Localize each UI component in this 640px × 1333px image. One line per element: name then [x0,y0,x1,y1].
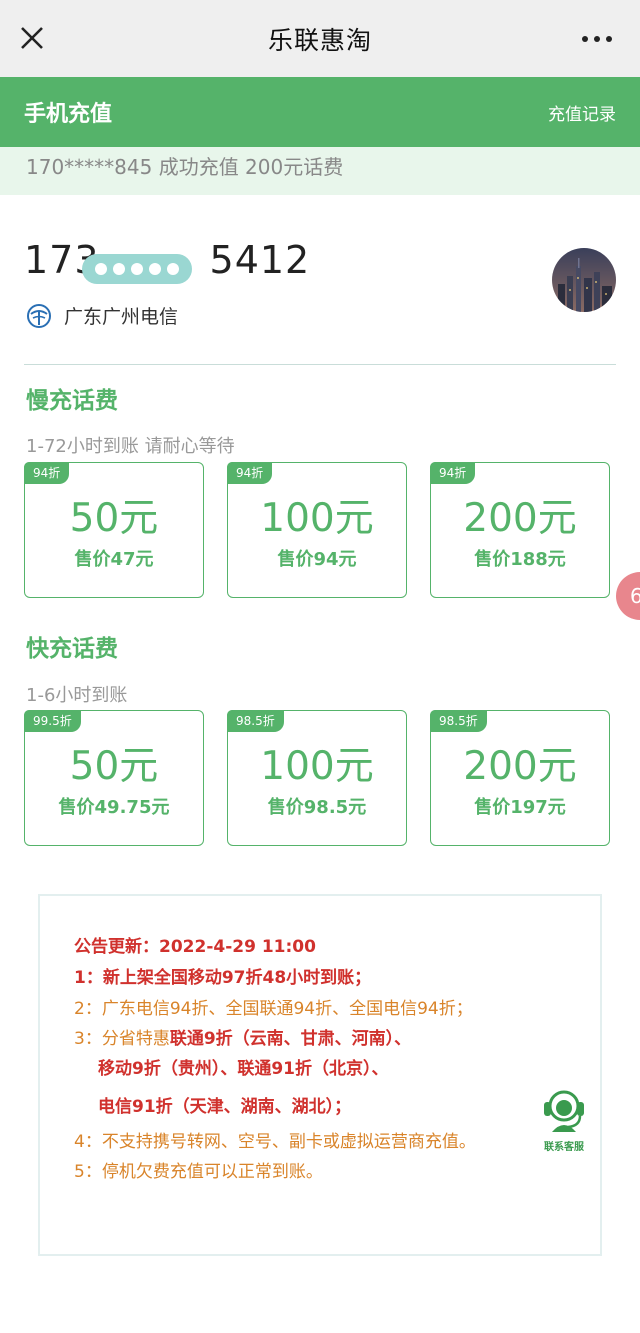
option-price: 售价49.75元 [58,797,170,818]
carrier-name: 广东广州电信 [64,306,179,328]
floating-badge-button[interactable]: 6 [616,572,640,620]
slow-option-200[interactable]: 94折 200元 售价188元 [430,462,610,598]
discount-badge: 94折 [227,462,273,484]
notice-line: 公告更新：2022-4-29 11:00 [74,937,316,957]
option-price: 售价94元 [277,549,357,570]
option-price: 售价98.5元 [267,797,367,818]
notice-box: 公告更新：2022-4-29 11:00 1：新上架全国移动97折48小时到账；… [38,894,602,1256]
option-amount: 50元 [69,496,159,541]
discount-badge: 99.5折 [24,710,81,732]
divider [24,364,616,365]
option-price: 售价188元 [474,549,566,570]
slow-option-50[interactable]: 94折 50元 售价47元 [24,462,204,598]
page-header: 手机充值 充值记录 [0,77,640,147]
app-title: 乐联惠淘 [267,25,372,55]
telecom-logo-icon [27,303,51,328]
headset-icon [544,1090,584,1132]
phone-suffix: 5412 [209,238,311,282]
option-price: 售价197元 [474,797,566,818]
slow-recharge-title: 慢充话费 [26,388,118,414]
fast-option-200[interactable]: 98.5折 200元 售价197元 [430,710,610,846]
option-amount: 50元 [69,744,159,789]
discount-badge: 94折 [430,462,476,484]
fast-recharge-title: 快充话费 [26,636,118,662]
notice-line: 3：分省特惠联通9折（云南、甘肃、河南）、 [74,1024,411,1049]
slow-option-100[interactable]: 94折 100元 售价94元 [227,462,407,598]
notice-line-prefix: 3：分省特惠 [74,1029,170,1049]
slow-recharge-subtitle: 1-72小时到账 请耐心等待 [26,436,235,457]
phone-mask [82,254,192,284]
discount-badge: 98.5折 [430,710,487,732]
close-icon[interactable] [14,20,50,56]
notice-line: 1：新上架全国移动97折48小时到账； [74,968,372,988]
option-price: 售价47元 [74,549,154,570]
page-title: 手机充值 [24,102,113,127]
avatar[interactable] [552,248,616,312]
discount-badge: 98.5折 [227,710,284,732]
recharge-ticker: 170*****845 成功充值 200元话费 [0,147,640,195]
option-amount: 100元 [260,744,374,789]
notice-line-highlight: 联通9折（云南、甘肃、河南）、 [169,1029,412,1049]
recharge-record-link[interactable]: 充值记录 [548,100,616,125]
customer-service-button[interactable]: 联系客服 [534,1086,594,1153]
carrier-info: 广东广州电信 [26,302,178,329]
notice-line: 2：广东电信94折、全国联通94折、全国电信94折； [74,999,473,1019]
fast-option-50[interactable]: 99.5折 50元 售价49.75元 [24,710,204,846]
top-bar: 乐联惠淘 [0,0,640,77]
option-amount: 200元 [463,744,577,789]
fast-recharge-subtitle: 1-6小时到账 [26,685,128,706]
notice-line: 移动9折（贵州）、联通91折（北京）、 [98,1059,389,1079]
discount-badge: 94折 [24,462,70,484]
notice-line: 5：停机欠费充值可以正常到账。 [74,1162,323,1182]
option-amount: 100元 [260,496,374,541]
fast-option-100[interactable]: 98.5折 100元 售价98.5元 [227,710,407,846]
notice-line: 电信91折（天津、湖南、湖北）； [98,1097,352,1117]
notice-line: 4：不支持携号转网、空号、副卡或虚拟运营商充值。 [74,1132,476,1152]
customer-service-label: 联系客服 [544,1142,584,1153]
more-icon[interactable] [582,36,612,42]
option-amount: 200元 [463,496,577,541]
